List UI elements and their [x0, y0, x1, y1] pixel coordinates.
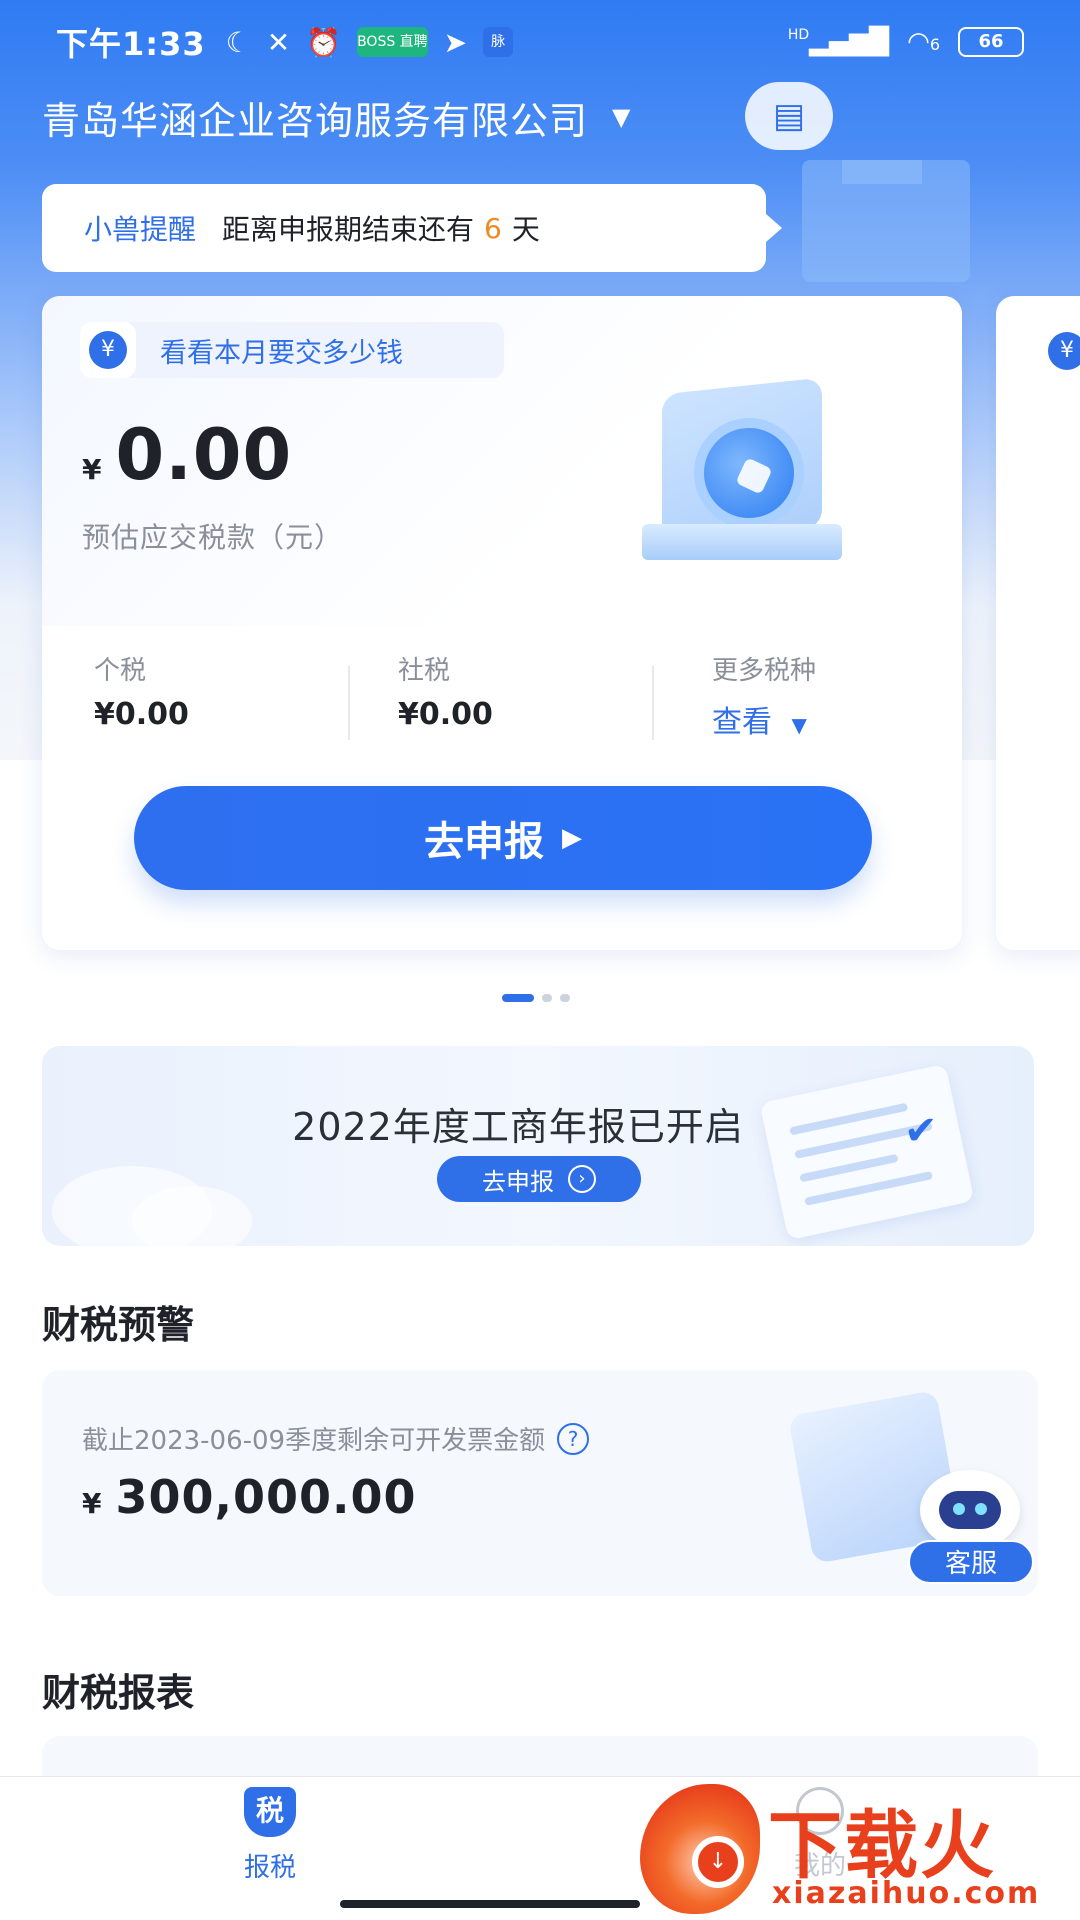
robot-icon: [920, 1470, 1020, 1550]
status-notification-icons: ☾ ✕ ⏰ BOSS 直聘 ➤ 脉: [226, 26, 514, 59]
feishu-app-icon: ➤: [443, 25, 468, 59]
quota-label: 截止2023-06-09季度剩余可开发票金额 ?: [82, 1420, 590, 1457]
company-selector[interactable]: 青岛华涵企业咨询服务有限公司: [42, 90, 588, 145]
site-watermark: ↓ 下载火 xiazaihuo.com: [640, 1780, 1080, 1920]
receipt-illustration: [759, 1063, 975, 1241]
yen-icon: ¥: [1048, 332, 1080, 370]
tax-item-label: 更多税种: [712, 656, 817, 686]
cloud-decoration: [132, 1186, 252, 1246]
yen-icon: ¥: [80, 322, 136, 378]
section-title-warning: 财税预警: [42, 1303, 195, 1347]
report-card[interactable]: [42, 1736, 1038, 1776]
next-card-peek[interactable]: ¥: [996, 296, 1080, 950]
carousel-dot: [542, 994, 552, 1002]
status-bar: 下午1:33 ☾ ✕ ⏰ BOSS 直聘 ➤ 脉 HD▂▄▆█ ◠6 66: [0, 0, 1080, 84]
amount-label: 预估应交税款（元）: [82, 521, 344, 554]
alarm-icon: ⏰: [306, 25, 342, 59]
status-system-icons: HD▂▄▆█ ◠6 66: [788, 27, 1024, 57]
banner-declare-button[interactable]: 去申报 ›: [437, 1156, 641, 1202]
wifi-icon: ◠6: [907, 27, 940, 57]
tax-item-social: 社税 ¥0.00: [398, 650, 702, 732]
chevron-down-icon[interactable]: ▼: [612, 103, 630, 131]
coin-illustration: [622, 356, 852, 576]
chevron-right-circle-icon: ›: [568, 1165, 596, 1193]
customer-service-label: 客服: [908, 1540, 1034, 1584]
moon-icon: ☾: [225, 25, 251, 59]
tax-item-value: ¥0.00: [94, 697, 189, 732]
view-more-label: 查看: [712, 705, 772, 740]
amount-value: 0.00: [115, 414, 293, 496]
ledger-button[interactable]: ▤: [745, 82, 833, 150]
signal-icon: HD▂▄▆█: [787, 27, 890, 57]
caret-down-icon: ▼: [791, 713, 807, 737]
declare-button-label: 去申报: [424, 819, 544, 865]
currency-symbol: ¥: [82, 453, 102, 486]
tax-breakdown: 个税 ¥0.00 社税 ¥0.00 更多税种 查看 ▼: [42, 626, 962, 746]
tax-item-label: 个税: [94, 656, 147, 686]
reminder-unit: 天: [511, 213, 540, 246]
network-type: HD: [787, 27, 810, 43]
tax-estimate-card[interactable]: ¥ 看看本月要交多少钱 ¥ 0.00 预估应交税款（元） 个税 ¥0.00 社税…: [42, 296, 962, 950]
view-more-link[interactable]: 查看 ▼: [712, 697, 962, 741]
help-icon[interactable]: ?: [557, 1422, 590, 1455]
reminder-days: 6: [484, 211, 502, 245]
divider: [348, 666, 350, 740]
divider: [652, 666, 654, 740]
tax-item-more[interactable]: 更多税种 查看 ▼: [712, 650, 962, 740]
currency-symbol: ¥: [82, 1487, 102, 1520]
download-icon: ↓: [692, 1836, 744, 1888]
building-illustration-top: [842, 160, 922, 184]
nav-tab-tax[interactable]: 税 报税: [230, 1787, 310, 1884]
status-time: 下午1:33: [56, 25, 206, 63]
wifi-label: 6: [929, 35, 940, 54]
quota-value: 300,000.00: [115, 1470, 417, 1524]
tax-item-label: 社税: [398, 656, 451, 686]
estimated-tax-amount: ¥ 0.00: [82, 414, 292, 496]
quota-label-text: 截止2023-06-09季度剩余可开发票金额: [82, 1426, 546, 1456]
tax-item-value: ¥0.00: [398, 697, 493, 732]
ledger-icon: ▤: [772, 96, 806, 136]
banner-button-label: 去申报: [482, 1167, 554, 1196]
tax-shield-icon: 税: [244, 1787, 296, 1837]
card-tag-text: 看看本月要交多少钱: [160, 337, 403, 369]
quota-amount: ¥ 300,000.00: [82, 1470, 417, 1524]
annual-report-banner[interactable]: 2022年度工商年报已开启 去申报 › ✔: [42, 1046, 1034, 1246]
declare-button[interactable]: 去申报 ▶: [134, 786, 872, 890]
reminder-title: 小兽提醒: [84, 213, 197, 246]
watermark-url: xiazaihuo.com: [772, 1876, 1041, 1911]
nav-tab-label: 报税: [243, 1853, 296, 1883]
play-arrow-icon: ▶: [562, 823, 582, 853]
tax-item-personal: 个税 ¥0.00: [94, 650, 398, 732]
carousel-dot-active: [502, 994, 534, 1002]
boss-app-icon: BOSS 直聘: [357, 27, 428, 57]
section-title-report: 财税报表: [42, 1671, 195, 1715]
home-indicator[interactable]: [340, 1900, 640, 1908]
carousel-dot: [560, 994, 570, 1002]
mute-icon: ✕: [266, 25, 291, 59]
carousel-indicator: [502, 994, 570, 1002]
company-header: 青岛华涵企业咨询服务有限公司 ▼ ▤: [42, 82, 1042, 152]
battery-icon: 66: [958, 27, 1024, 57]
maimai-app-icon: 脉: [483, 27, 514, 57]
customer-service-button[interactable]: 客服: [908, 1470, 1034, 1590]
check-icon: ✔: [904, 1108, 938, 1154]
deadline-reminder: 小兽提醒 距离申报期结束还有 6 天: [42, 184, 782, 272]
card-tag: ¥ 看看本月要交多少钱: [80, 322, 504, 378]
reminder-text: 距离申报期结束还有: [222, 213, 475, 246]
